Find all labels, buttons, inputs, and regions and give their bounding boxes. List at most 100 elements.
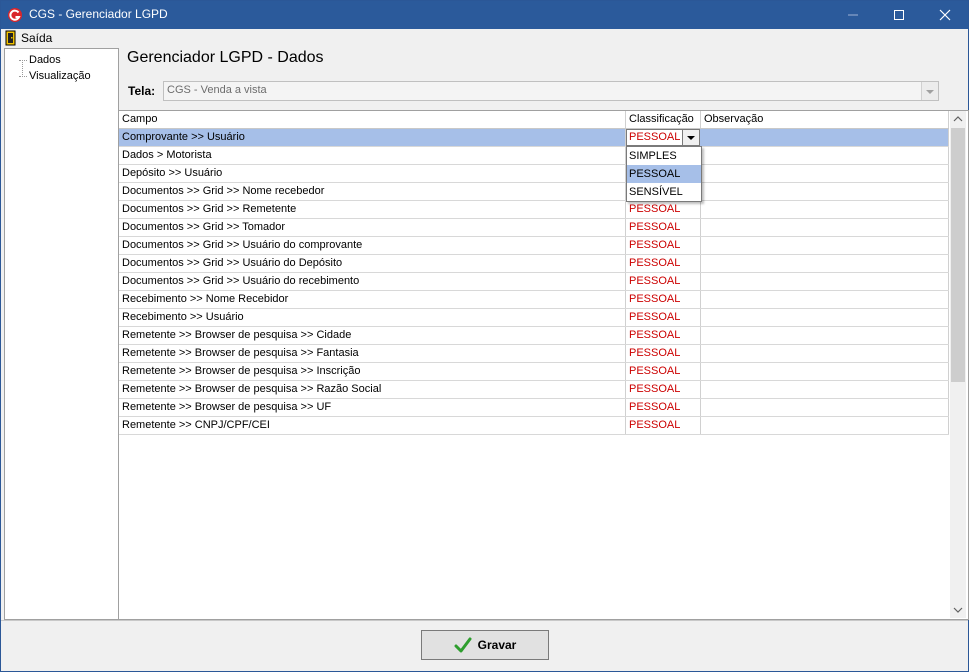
scroll-up-button[interactable] [950,111,966,128]
close-button[interactable] [922,1,968,29]
cell-classificacao[interactable]: PESSOAL [626,255,701,272]
app-logo-icon [8,8,22,22]
table-row[interactable]: Documentos >> Grid >> Usuário do Depósit… [119,255,949,273]
cell-classificacao[interactable]: PESSOAL [626,201,701,218]
cell-campo[interactable]: Remetente >> Browser de pesquisa >> Cida… [119,327,626,344]
grid-vertical-scrollbar[interactable] [950,111,966,618]
table-row[interactable]: Dados > Motorista [119,147,949,165]
tela-select-dropdown-button[interactable] [921,82,938,100]
menu-bar: Saída [1,29,968,47]
cell-observacao[interactable] [701,399,949,416]
cell-campo[interactable]: Remetente >> Browser de pesquisa >> UF [119,399,626,416]
exit-door-icon [5,30,16,46]
cell-classificacao[interactable]: PESSOAL [626,345,701,362]
cell-campo[interactable]: Documentos >> Grid >> Usuário do recebim… [119,273,626,290]
cell-observacao[interactable] [701,291,949,308]
tree-item-label: Visualização [29,70,91,82]
cell-observacao[interactable] [701,381,949,398]
scroll-down-icon [953,607,963,613]
dropdown-option-pessoal[interactable]: PESSOAL [627,165,701,183]
cell-observacao[interactable] [701,183,949,200]
cell-campo[interactable]: Comprovante >> Usuário [119,129,626,146]
classification-select[interactable]: PESSOAL [626,129,700,146]
table-row[interactable]: Remetente >> CNPJ/CPF/CEI PESSOAL [119,417,949,435]
close-icon [939,9,951,21]
header-classificacao[interactable]: Classificação [626,111,701,128]
cell-classificacao[interactable]: PESSOAL [626,309,701,326]
scroll-thumb[interactable] [951,128,965,382]
cell-campo[interactable]: Remetente >> CNPJ/CPF/CEI [119,417,626,434]
cell-observacao[interactable] [701,201,949,218]
cell-campo[interactable]: Remetente >> Browser de pesquisa >> Fant… [119,345,626,362]
tela-select[interactable]: CGS - Venda a vista [163,81,939,101]
cell-campo[interactable]: Documentos >> Grid >> Tomador [119,219,626,236]
table-row[interactable]: Comprovante >> Usuário PESSOAL [119,129,949,147]
table-row[interactable]: Recebimento >> Usuário PESSOAL [119,309,949,327]
cell-campo[interactable]: Documentos >> Grid >> Nome recebedor [119,183,626,200]
cell-campo[interactable]: Depósito >> Usuário [119,165,626,182]
cell-observacao[interactable] [701,129,949,146]
table-row[interactable]: Remetente >> Browser de pesquisa >> Fant… [119,345,949,363]
table-row[interactable]: Remetente >> Browser de pesquisa >> Insc… [119,363,949,381]
cell-classificacao[interactable]: PESSOAL [626,237,701,254]
cell-classificacao[interactable]: PESSOAL [626,381,701,398]
classification-dropdown-button[interactable] [682,130,699,145]
minimize-button[interactable] [830,1,876,29]
tree-branch [19,75,27,77]
table-row[interactable]: Recebimento >> Nome Recebidor PESSOAL [119,291,949,309]
tree-item-visualizacao[interactable]: Visualização [19,70,91,82]
table-row[interactable]: Documentos >> Grid >> Tomador PESSOAL [119,219,949,237]
cell-observacao[interactable] [701,309,949,326]
table-row[interactable]: Remetente >> Browser de pesquisa >> Razã… [119,381,949,399]
dropdown-option-sensivel[interactable]: SENSÍVEL [627,183,701,201]
cell-classificacao[interactable]: PESSOAL [626,417,701,434]
cell-observacao[interactable] [701,255,949,272]
header-observacao[interactable]: Observação [701,111,949,128]
cell-classificacao[interactable]: PESSOAL [626,219,701,236]
window-title: CGS - Gerenciador LGPD [29,7,168,21]
classification-select-value: PESSOAL [629,131,681,143]
maximize-button[interactable] [876,1,922,29]
tree-item-dados[interactable]: Dados [19,54,61,66]
cell-observacao[interactable] [701,345,949,362]
menu-exit-label: Saída [21,31,53,45]
cell-classificacao[interactable]: PESSOAL [626,273,701,290]
cell-campo[interactable]: Dados > Motorista [119,147,626,164]
cell-campo[interactable]: Remetente >> Browser de pesquisa >> Razã… [119,381,626,398]
table-row[interactable]: Documentos >> Grid >> Usuário do comprov… [119,237,949,255]
cell-observacao[interactable] [701,417,949,434]
grid-header: Campo Classificação Observação [119,111,949,129]
cell-classificacao[interactable]: PESSOAL [626,291,701,308]
table-row[interactable]: Remetente >> Browser de pesquisa >> Cida… [119,327,949,345]
save-button[interactable]: Gravar [421,630,549,660]
chevron-down-icon [926,90,934,94]
menu-exit[interactable]: Saída [5,30,52,46]
cell-observacao[interactable] [701,147,949,164]
header-campo[interactable]: Campo [119,111,626,128]
scroll-down-button[interactable] [950,601,966,618]
cell-classificacao[interactable]: PESSOAL [626,363,701,380]
title-bar[interactable]: CGS - Gerenciador LGPD [1,1,968,29]
dropdown-option-simples[interactable]: SIMPLES [627,147,701,165]
cell-classificacao[interactable]: PESSOAL [626,327,701,344]
cell-observacao[interactable] [701,237,949,254]
cell-campo[interactable]: Remetente >> Browser de pesquisa >> Insc… [119,363,626,380]
tela-select-value: CGS - Venda a vista [167,84,267,96]
cell-classificacao[interactable]: PESSOAL [626,399,701,416]
cell-observacao[interactable] [701,327,949,344]
cell-observacao[interactable] [701,219,949,236]
cell-campo[interactable]: Documentos >> Grid >> Remetente [119,201,626,218]
navigation-tree: Dados Visualização [4,48,119,620]
cell-observacao[interactable] [701,165,949,182]
cell-campo[interactable]: Documentos >> Grid >> Usuário do Depósit… [119,255,626,272]
table-row[interactable]: Documentos >> Grid >> Remetente PESSOAL [119,201,949,219]
table-row[interactable]: Remetente >> Browser de pesquisa >> UF PE… [119,399,949,417]
cell-campo[interactable]: Documentos >> Grid >> Usuário do comprov… [119,237,626,254]
table-row[interactable]: Documentos >> Grid >> Usuário do recebim… [119,273,949,291]
table-row[interactable]: Depósito >> Usuário [119,165,949,183]
cell-campo[interactable]: Recebimento >> Nome Recebidor [119,291,626,308]
cell-campo[interactable]: Recebimento >> Usuário [119,309,626,326]
cell-observacao[interactable] [701,363,949,380]
cell-observacao[interactable] [701,273,949,290]
table-row[interactable]: Documentos >> Grid >> Nome recebedor [119,183,949,201]
